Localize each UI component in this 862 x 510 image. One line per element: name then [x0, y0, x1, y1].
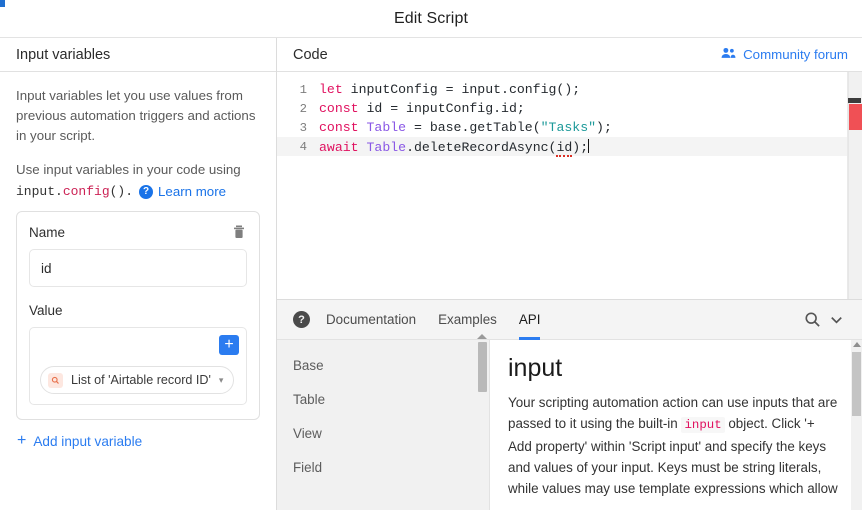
- nav-item-table[interactable]: Table: [277, 382, 489, 416]
- main-split: Input variables Input variables let you …: [0, 38, 862, 510]
- doc-scroll-up-arrow[interactable]: [853, 342, 861, 347]
- tab-api[interactable]: API: [518, 300, 540, 340]
- config-code-highlight: config: [62, 184, 110, 199]
- value-token-chip[interactable]: List of 'Airtable record ID' ▾: [40, 366, 235, 394]
- variable-name-input[interactable]: id: [29, 249, 247, 287]
- help-icon[interactable]: ?: [139, 184, 154, 199]
- learn-more-link[interactable]: Learn more: [158, 184, 226, 199]
- code-line[interactable]: 1 let inputConfig = input.config();: [277, 80, 862, 99]
- community-forum-link[interactable]: Community forum: [721, 47, 848, 62]
- add-input-variable-button[interactable]: + Add input variable: [17, 433, 260, 449]
- code-and-docs-pane: Code Community forum 1 let inputConfig =…: [277, 38, 862, 510]
- name-label: Name: [29, 224, 66, 240]
- doc-paragraph: Your scripting automation action can use…: [508, 392, 838, 499]
- line-number: 4: [299, 139, 307, 154]
- input-variables-body: Input variables let you use values from …: [0, 72, 276, 510]
- tab-examples[interactable]: Examples: [438, 300, 497, 340]
- add-input-variable-label: Add input variable: [33, 433, 143, 449]
- nav-item-field[interactable]: Field: [277, 450, 489, 484]
- editor-overview-ruler[interactable]: [848, 72, 862, 299]
- text-cursor: [588, 138, 590, 153]
- documentation-tabbar: ? Documentation Examples API: [277, 300, 862, 340]
- code-token: = base.getTable(: [406, 120, 541, 135]
- nav-item-view[interactable]: View: [277, 416, 489, 450]
- nav-item-base[interactable]: Base: [277, 348, 489, 382]
- input-variables-pane: Input variables Input variables let you …: [0, 38, 277, 510]
- line-number: 2: [299, 101, 307, 116]
- code-token: Table: [366, 139, 407, 155]
- config-code-suffix: ().: [109, 184, 134, 199]
- variable-value-box[interactable]: + List of 'Airtable record ID' ▾: [29, 327, 247, 405]
- search-icon[interactable]: [800, 308, 824, 332]
- doc-scroll-thumb[interactable]: [852, 352, 861, 416]
- overview-ruler-thumb[interactable]: [848, 98, 861, 103]
- window-corner-artifact: [0, 0, 5, 7]
- code-token: id: [556, 139, 573, 157]
- nav-scroll-up-arrow[interactable]: [477, 334, 487, 339]
- value-token-label: List of 'Airtable record ID': [71, 373, 211, 387]
- tab-documentation[interactable]: Documentation: [326, 300, 416, 340]
- magnifier-field-icon: [48, 372, 63, 388]
- usage-paragraph: Use input variables in your code using: [16, 162, 241, 177]
- page-title: Edit Script: [393, 9, 468, 27]
- code-token: let: [319, 82, 343, 97]
- code-line-text: let inputConfig = input.config();: [319, 82, 580, 97]
- plus-icon: +: [17, 432, 27, 449]
- documentation-content: input Your scripting automation action c…: [490, 340, 862, 510]
- documentation-scrollbar[interactable]: [851, 340, 862, 510]
- question-mark-icon[interactable]: ?: [293, 311, 310, 328]
- code-header: Code Community forum: [277, 38, 862, 72]
- code-line[interactable]: 4 await Table.deleteRecordAsync(id);: [277, 137, 862, 157]
- code-token: );: [596, 120, 612, 135]
- edit-script-window: Edit Script Input variables Input variab…: [0, 0, 862, 510]
- code-line[interactable]: 2 const id = inputConfig.id;: [277, 99, 862, 118]
- nav-scrollbar[interactable]: [478, 342, 487, 392]
- code-token: );: [572, 139, 589, 155]
- doc-heading: input: [508, 354, 563, 382]
- variable-name-value: id: [41, 260, 52, 276]
- chevron-down-icon[interactable]: ▾: [219, 375, 224, 386]
- code-token: .deleteRecordAsync(: [406, 139, 557, 155]
- community-forum-label: Community forum: [743, 47, 848, 62]
- code-token: Table: [366, 120, 407, 135]
- code-lines: 1 let inputConfig = input.config(); 2 const…: [277, 72, 862, 157]
- documentation-nav: Base Table View Field: [277, 334, 490, 510]
- value-label: Value: [29, 303, 63, 318]
- input-variable-card: Name id Value + List of 'Airtable record…: [16, 211, 260, 420]
- doc-inline-code: input: [681, 417, 725, 433]
- line-number: 1: [299, 82, 307, 97]
- code-line-text: const Table = base.getTable("Tasks");: [319, 120, 612, 135]
- chevron-down-icon[interactable]: [824, 308, 848, 332]
- code-header-label: Code: [293, 46, 328, 63]
- input-variables-header: Input variables: [0, 38, 276, 72]
- code-line-text: await Table.deleteRecordAsync(id);: [319, 138, 590, 157]
- line-number: 3: [299, 120, 307, 135]
- code-token: const: [319, 101, 359, 116]
- code-token: "Tasks": [540, 120, 597, 135]
- config-code-prefix: input.: [16, 184, 63, 199]
- trash-icon[interactable]: [231, 224, 247, 240]
- code-token: id = inputConfig.id;: [358, 101, 525, 116]
- code-editor[interactable]: 1 let inputConfig = input.config(); 2 const…: [277, 72, 862, 299]
- intro-paragraph: Input variables let you use values from …: [16, 88, 256, 143]
- window-titlebar: Edit Script: [0, 0, 862, 38]
- code-token: inputConfig = input.config();: [342, 82, 581, 97]
- input-variables-header-label: Input variables: [16, 46, 111, 63]
- people-icon: [721, 47, 736, 62]
- documentation-body: Base Table View Field input Your scripti…: [277, 334, 862, 510]
- code-token: await: [319, 139, 359, 155]
- config-code-hint: input. config (). ? Learn more: [16, 184, 260, 199]
- add-value-token-button[interactable]: +: [219, 335, 239, 355]
- code-line[interactable]: 3 const Table = base.getTable("Tasks");: [277, 118, 862, 137]
- code-token: const: [319, 120, 359, 135]
- code-line-text: const id = inputConfig.id;: [319, 101, 525, 116]
- name-row: Name: [29, 224, 247, 240]
- error-marker[interactable]: [849, 104, 862, 130]
- documentation-panel: ? Documentation Examples API Base Table …: [277, 299, 862, 510]
